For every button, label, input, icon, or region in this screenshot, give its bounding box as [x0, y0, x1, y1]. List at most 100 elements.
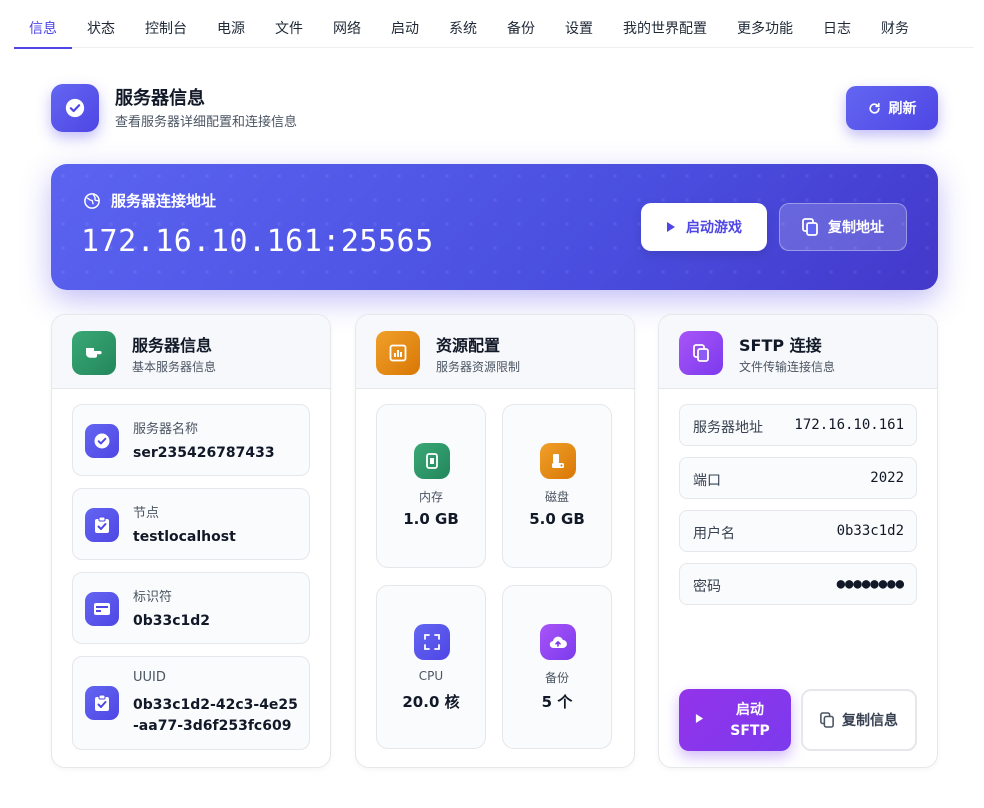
copy-info-label: 复制信息 — [842, 713, 898, 729]
tab-finance[interactable]: 财务 — [866, 10, 924, 48]
info-item-label: 标识符 — [133, 590, 173, 605]
refresh-icon — [868, 102, 880, 114]
resource-value: 1.0 GB — [403, 510, 459, 528]
play-icon — [695, 714, 704, 723]
copy-info-button[interactable]: 复制信息 — [801, 689, 917, 751]
resources-card-title: 资源配置 — [436, 336, 501, 355]
tab-settings[interactable]: 设置 — [550, 10, 608, 48]
sftp-row-host: 服务器地址 172.16.10.161 — [679, 404, 917, 446]
resource-value: 5.0 GB — [529, 510, 585, 528]
resources-card: 资源配置 服务器资源限制 内存 1.0 GB 磁盘 5.0 GB CPU 20.… — [355, 314, 635, 768]
info-item-icon-box — [85, 686, 119, 720]
tab-console[interactable]: 控制台 — [130, 10, 202, 48]
play-icon — [667, 222, 675, 232]
resource-tile-disk: 磁盘 5.0 GB — [502, 404, 612, 568]
clipboard-check-icon — [95, 694, 109, 711]
start-game-label: 启动游戏 — [686, 220, 742, 236]
server-info-card-subtitle: 基本服务器信息 — [132, 360, 217, 374]
info-item-label: 节点 — [133, 506, 160, 521]
sftp-card-icon — [679, 331, 723, 375]
resource-label: 内存 — [418, 490, 443, 504]
disk-drive-icon — [552, 454, 564, 468]
copy-address-button[interactable]: 复制地址 — [779, 203, 907, 251]
resource-value: 5 个 — [541, 693, 573, 711]
start-sftp-label-line1: 启动 — [736, 702, 764, 718]
cloud-icon — [549, 636, 567, 649]
resource-value: 20.0 核 — [402, 693, 460, 711]
sftp-card: SFTP 连接 文件传输连接信息 服务器地址 172.16.10.161 端口 … — [658, 314, 938, 768]
cloud-upload-icon — [540, 624, 576, 660]
banner-label: 服务器连接地址 — [111, 192, 217, 210]
info-item-label: UUID — [133, 670, 166, 685]
clipboard-check-icon — [95, 516, 109, 533]
chart-icon — [389, 344, 407, 362]
server-info-card-title: 服务器信息 — [132, 336, 213, 355]
sftp-row-value: 0b33c1d2 — [836, 523, 904, 539]
tab-logs[interactable]: 日志 — [808, 10, 866, 48]
sftp-row-port: 端口 2022 — [679, 457, 917, 499]
sftp-card-title: SFTP 连接 — [739, 336, 822, 355]
copy-address-label: 复制地址 — [828, 220, 884, 236]
refresh-button[interactable]: 刷新 — [846, 86, 938, 130]
resource-tile-backup: 备份 5 个 — [502, 585, 612, 749]
sftp-row-label: 用户名 — [693, 526, 735, 542]
sftp-row-label: 端口 — [693, 473, 721, 489]
tab-bar: 信息 状态 控制台 电源 文件 网络 启动 系统 备份 设置 我的世界配置 更多… — [14, 10, 974, 49]
tab-backup[interactable]: 备份 — [492, 10, 550, 48]
copy-icon — [820, 712, 834, 728]
tab-more-features[interactable]: 更多功能 — [722, 10, 808, 48]
tab-system[interactable]: 系统 — [434, 10, 492, 48]
header-icon — [51, 84, 99, 132]
info-item-node: 节点 testlocalhost — [72, 488, 310, 560]
disk-icon — [540, 443, 576, 479]
sftp-row-label: 密码 — [693, 579, 721, 595]
server-info-card-icon — [72, 331, 116, 375]
info-item-identifier: 标识符 0b33c1d2 — [72, 572, 310, 644]
info-item-icon-box — [85, 508, 119, 542]
sftp-row-username: 用户名 0b33c1d2 — [679, 510, 917, 552]
copy-icon — [802, 218, 818, 236]
resources-card-icon — [376, 331, 420, 375]
memory-icon — [414, 443, 450, 479]
sftp-row-label: 服务器地址 — [693, 420, 763, 436]
cpu-chip-icon — [424, 634, 440, 650]
info-item-icon-box — [85, 592, 119, 626]
resources-card-header: 资源配置 服务器资源限制 — [356, 315, 634, 389]
resource-tile-memory: 内存 1.0 GB — [376, 404, 486, 568]
sftp-row-value: 2022 — [870, 470, 904, 486]
tab-network[interactable]: 网络 — [318, 10, 376, 48]
tab-info[interactable]: 信息 — [14, 10, 72, 49]
tab-power[interactable]: 电源 — [202, 10, 260, 48]
info-item-value: testlocalhost — [133, 529, 236, 545]
sftp-row-password: 密码 ●●●●●●●● — [679, 563, 917, 605]
connection-banner: 服务器连接地址 172.16.10.161:25565 启动游戏 复制地址 — [51, 164, 938, 290]
info-item-value: 0b33c1d2 — [133, 613, 211, 629]
tab-minecraft-config[interactable]: 我的世界配置 — [608, 10, 722, 48]
resources-card-subtitle: 服务器资源限制 — [436, 360, 521, 374]
sftp-card-subtitle: 文件传输连接信息 — [739, 360, 836, 374]
sftp-row-value: 172.16.10.161 — [794, 417, 904, 433]
tab-status[interactable]: 状态 — [72, 10, 130, 48]
info-item-icon-box — [85, 424, 119, 458]
info-item-label: 服务器名称 — [133, 422, 199, 437]
cpu-icon — [414, 624, 450, 660]
globe-icon — [84, 192, 100, 209]
page-subtitle: 查看服务器详细配置和连接信息 — [115, 115, 298, 130]
info-item-uuid: UUID 0b33c1d2-42c3-4e25-aa77-3d6f253fc60… — [72, 656, 310, 750]
memory-chip-icon — [426, 453, 438, 469]
tab-startup[interactable]: 启动 — [376, 10, 434, 48]
server-address: 172.16.10.161:25565 — [81, 224, 434, 259]
tab-files[interactable]: 文件 — [260, 10, 318, 48]
info-item-server-name: 服务器名称 ser235426787433 — [72, 404, 310, 476]
start-sftp-label-line2: SFTP — [730, 723, 770, 739]
server-info-card-header: 服务器信息 基本服务器信息 — [52, 315, 330, 389]
resource-label: CPU — [418, 669, 444, 683]
page-title: 服务器信息 — [115, 88, 205, 109]
start-sftp-button[interactable]: 启动 SFTP — [679, 689, 791, 751]
sftp-row-value: ●●●●●●●● — [836, 576, 904, 592]
resource-label: 磁盘 — [544, 490, 569, 504]
server-info-card: 服务器信息 基本服务器信息 服务器名称 ser235426787433 节点 t… — [51, 314, 331, 768]
check-badge-icon — [65, 98, 85, 118]
start-game-button[interactable]: 启动游戏 — [641, 203, 767, 251]
resource-tile-cpu: CPU 20.0 核 — [376, 585, 486, 749]
